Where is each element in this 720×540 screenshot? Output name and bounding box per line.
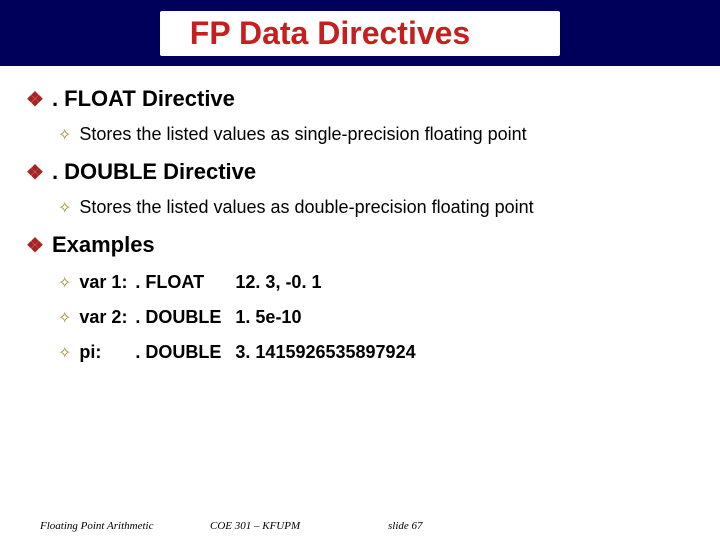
heading-double-text: . DOUBLE Directive: [52, 159, 256, 185]
heading-double: ❖ . DOUBLE Directive: [26, 159, 694, 185]
heading-examples: ❖ Examples: [26, 232, 694, 258]
example-directive: . DOUBLE: [135, 342, 235, 363]
title-bar: FP Data Directives: [0, 0, 720, 66]
example-name: pi:: [79, 342, 135, 363]
footer-center: COE 301 – KFUPM: [210, 520, 300, 532]
desc-double: ✧ Stores the listed values as double-pre…: [58, 197, 694, 218]
example-row: ✧ var 2: . DOUBLE 1. 5e-10: [58, 307, 694, 328]
heading-float-text: . FLOAT Directive: [52, 86, 235, 112]
footer-right: slide 67: [388, 520, 423, 532]
desc-float-text: Stores the listed values as single-preci…: [79, 124, 526, 145]
example-row: ✧ var 1: . FLOAT 12. 3, -0. 1: [58, 272, 694, 293]
footer-left: Floating Point Arithmetic: [40, 520, 153, 532]
sub-bullet-icon: ✧: [58, 308, 71, 328]
example-values: 12. 3, -0. 1: [235, 272, 321, 293]
example-values: 3. 1415926535897924: [235, 342, 415, 363]
slide-title: FP Data Directives: [160, 11, 560, 56]
heading-float: ❖ . FLOAT Directive: [26, 86, 694, 112]
slide-content: ❖ . FLOAT Directive ✧ Stores the listed …: [0, 66, 720, 363]
example-directive: . FLOAT: [135, 272, 235, 293]
heading-examples-text: Examples: [52, 232, 155, 258]
diamond-bullet-icon: ❖: [26, 236, 44, 256]
example-values: 1. 5e-10: [235, 307, 301, 328]
desc-double-text: Stores the listed values as double-preci…: [79, 197, 533, 218]
desc-float: ✧ Stores the listed values as single-pre…: [58, 124, 694, 145]
example-row: ✧ pi: . DOUBLE 3. 1415926535897924: [58, 342, 694, 363]
sub-bullet-icon: ✧: [58, 128, 71, 144]
diamond-bullet-icon: ❖: [26, 163, 44, 183]
sub-bullet-icon: ✧: [58, 201, 71, 217]
sub-bullet-icon: ✧: [58, 273, 71, 293]
example-directive: . DOUBLE: [135, 307, 235, 328]
sub-bullet-icon: ✧: [58, 343, 71, 363]
diamond-bullet-icon: ❖: [26, 90, 44, 110]
example-name: var 2:: [79, 307, 135, 328]
example-name: var 1:: [79, 272, 135, 293]
